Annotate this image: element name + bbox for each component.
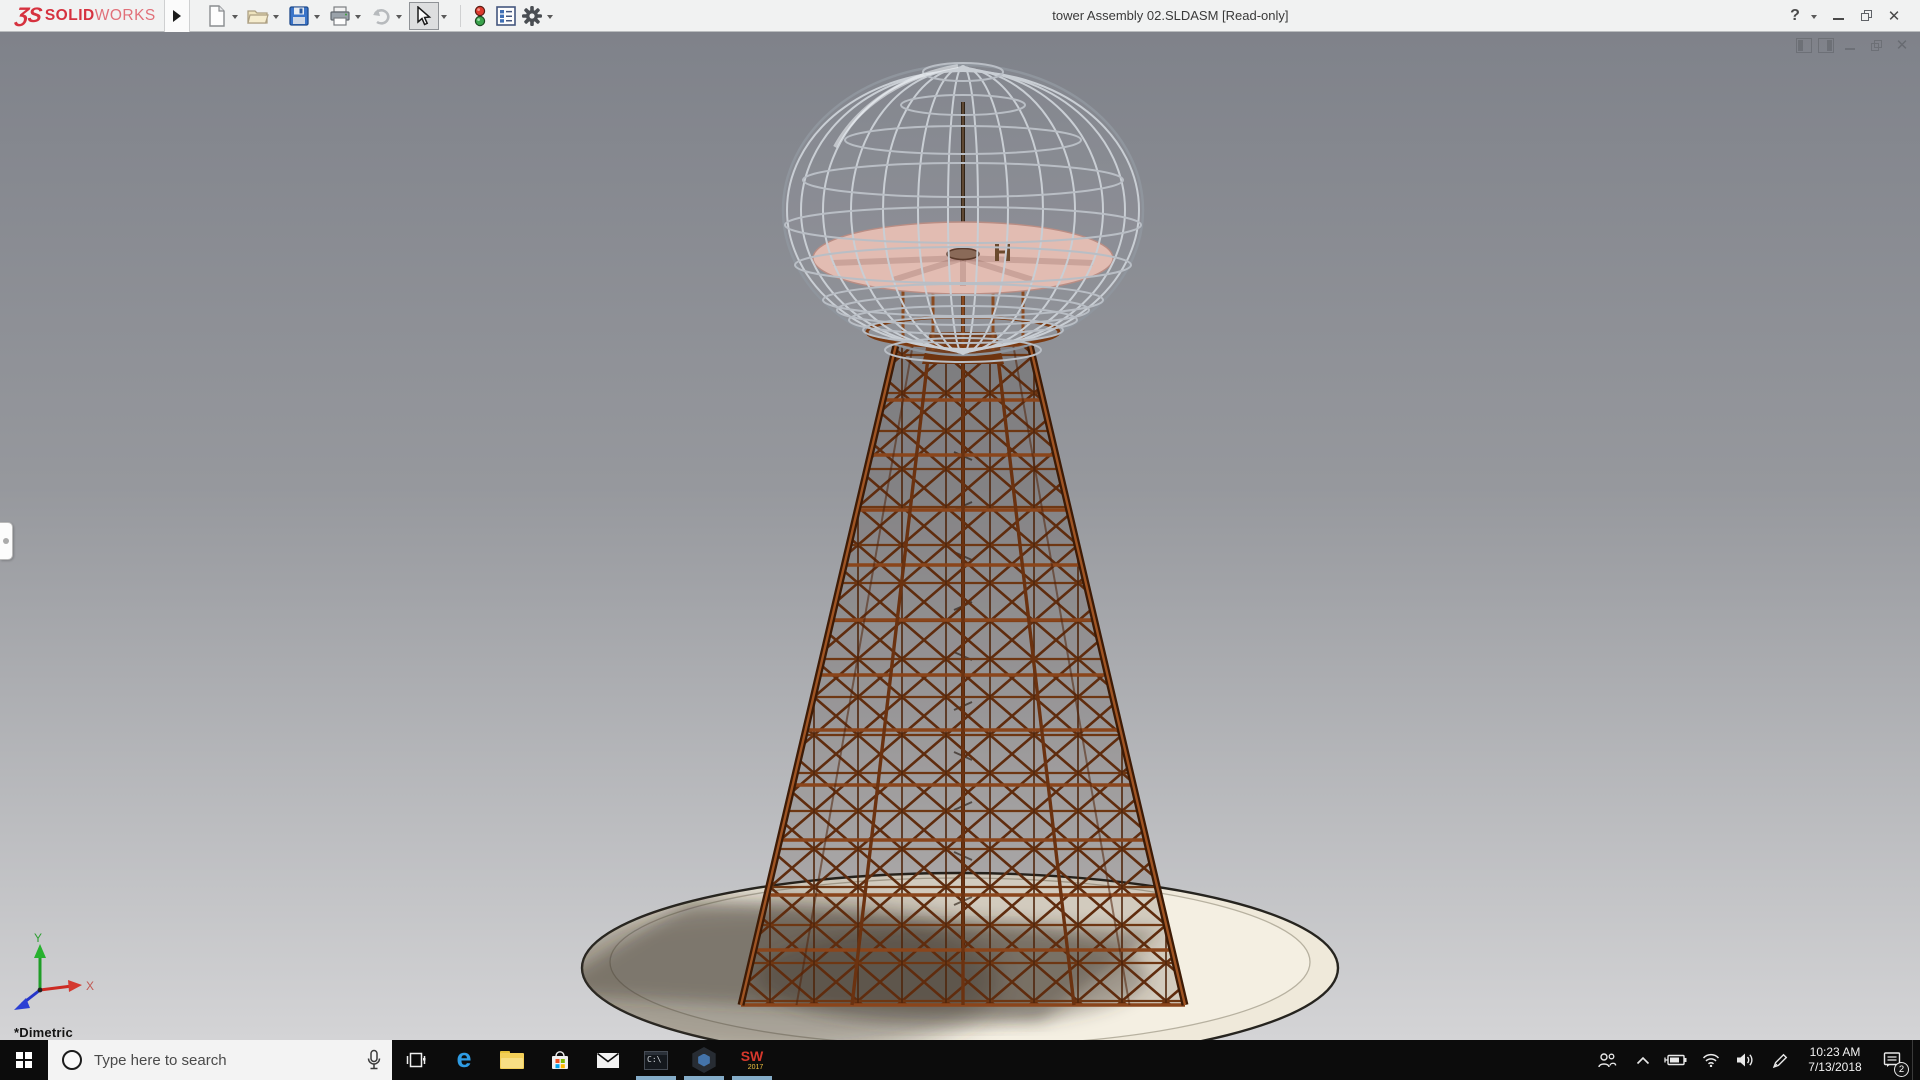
title-bar: ƷS SOLID WORKS tower Assembly 02.SLDASM … (0, 0, 1920, 32)
triad-y-label: Y (34, 931, 42, 945)
file-properties-icon (495, 5, 516, 26)
store-button[interactable] (536, 1040, 584, 1080)
help-dropdown-caret[interactable] (1811, 14, 1817, 19)
file-properties-button[interactable] (493, 3, 519, 29)
undo-icon (372, 8, 390, 25)
edge-icon: e (456, 1043, 472, 1073)
restore-icon (1860, 10, 1872, 21)
pane-toggle-left-icon[interactable] (1796, 37, 1812, 53)
close-icon: ✕ (1887, 7, 1901, 25)
minimize-icon (1832, 17, 1844, 20)
print-dropdown-caret[interactable] (354, 14, 361, 19)
menu-expander-button[interactable] (163, 0, 190, 32)
close-button[interactable]: ✕ (1880, 0, 1908, 32)
search-box[interactable] (48, 1040, 392, 1080)
hidden-icons-button[interactable] (1628, 1040, 1658, 1080)
feature-tree-flyout-tab[interactable] (0, 522, 13, 560)
restore-button[interactable] (1852, 0, 1880, 32)
store-icon (552, 1051, 568, 1069)
flyout-dot-icon (3, 538, 9, 544)
open-button[interactable] (245, 3, 271, 29)
document-title: tower Assembly 02.SLDASM [Read-only] (1052, 8, 1289, 23)
save-button[interactable] (286, 3, 312, 29)
chevron-up-icon (1636, 1056, 1650, 1064)
options-button[interactable] (519, 3, 545, 29)
volume-button[interactable] (1728, 1040, 1762, 1080)
mail-button[interactable] (584, 1040, 632, 1080)
search-input[interactable] (94, 1051, 366, 1069)
doc-close-button[interactable]: ✕ (1892, 36, 1912, 54)
print-icon (330, 5, 350, 26)
undo-button[interactable] (368, 3, 394, 29)
edge-button[interactable]: e (440, 1040, 488, 1080)
toolbar-separator (459, 4, 461, 27)
pen-button[interactable] (1762, 1040, 1798, 1080)
windows-taskbar: e C:\ SW 2017 (0, 1040, 1920, 1080)
open-folder-icon (247, 9, 269, 24)
windows-logo-icon (15, 1051, 33, 1069)
running-indicator (684, 1076, 724, 1080)
expander-arrow-icon (172, 9, 181, 22)
file-explorer-icon (500, 1051, 524, 1069)
pen-icon (1772, 1053, 1787, 1068)
select-tool-button[interactable] (408, 1, 439, 30)
clock[interactable]: 10:23 AM 7/13/2018 (1798, 1040, 1872, 1080)
file-explorer-button[interactable] (488, 1040, 536, 1080)
action-center-button[interactable]: 2 (1872, 1040, 1912, 1080)
microphone-icon[interactable] (366, 1049, 382, 1071)
graphics-viewport[interactable]: Y X ✕ *Dimetric (0, 32, 1920, 1040)
speaker-icon (1737, 1053, 1753, 1067)
command-prompt-button[interactable]: C:\ (632, 1040, 680, 1080)
document-window-controls: ✕ (1796, 36, 1912, 54)
show-desktop-button[interactable] (1912, 1040, 1920, 1080)
minimize-button[interactable] (1824, 0, 1852, 32)
start-button[interactable] (0, 1040, 48, 1080)
save-dropdown-caret[interactable] (313, 14, 320, 19)
new-dropdown-caret[interactable] (231, 14, 238, 19)
mail-icon (597, 1052, 619, 1068)
solidworks-2017-button[interactable]: SW 2017 (728, 1040, 776, 1080)
new-document-icon (209, 4, 225, 27)
running-indicator (732, 1076, 772, 1080)
quick-access-toolbar (190, 0, 560, 31)
edrawings-button[interactable] (680, 1040, 728, 1080)
solidworks-2017-icon: SW 2017 (740, 1048, 764, 1071)
battery-button[interactable] (1658, 1040, 1694, 1080)
3d-model-canvas[interactable]: Y X (0, 32, 1920, 1040)
battery-charging-icon (1664, 1054, 1687, 1066)
doc-minimize-button[interactable] (1840, 36, 1860, 54)
system-tray: 10:23 AM 7/13/2018 2 (1586, 1040, 1920, 1080)
edrawings-icon (692, 1047, 716, 1073)
view-orientation-label: *Dimetric (14, 1025, 73, 1040)
clock-time: 10:23 AM (1809, 1045, 1861, 1059)
command-prompt-icon: C:\ (644, 1050, 668, 1070)
undo-dropdown-caret[interactable] (395, 14, 402, 19)
task-view-button[interactable] (392, 1040, 440, 1080)
wifi-button[interactable] (1694, 1040, 1728, 1080)
solidworks-logo: ƷS SOLID WORKS (14, 3, 156, 27)
select-dropdown-caret[interactable] (440, 14, 447, 19)
cortana-icon (62, 1050, 82, 1070)
new-document-button[interactable] (204, 3, 230, 29)
ds-logo-mark: ƷS (14, 3, 43, 27)
clock-date: 7/13/2018 (1808, 1060, 1862, 1074)
help-button[interactable]: ? (1781, 0, 1809, 32)
save-floppy-icon (289, 5, 309, 26)
pane-toggle-right-icon[interactable] (1818, 37, 1834, 53)
rebuild-traffic-light-icon (474, 5, 485, 26)
people-button[interactable] (1586, 1040, 1628, 1080)
task-view-icon (406, 1052, 426, 1068)
running-indicator (636, 1076, 676, 1080)
triad-x-label: X (86, 979, 94, 993)
options-gear-icon (521, 5, 542, 26)
print-button[interactable] (327, 3, 353, 29)
people-icon (1598, 1052, 1617, 1067)
wifi-icon (1702, 1053, 1720, 1067)
doc-restore-button[interactable] (1866, 36, 1886, 54)
options-dropdown-caret[interactable] (546, 14, 553, 19)
select-cursor-icon (417, 5, 432, 26)
notification-badge: 2 (1894, 1062, 1909, 1077)
rebuild-button[interactable] (467, 3, 493, 29)
open-dropdown-caret[interactable] (272, 14, 279, 19)
